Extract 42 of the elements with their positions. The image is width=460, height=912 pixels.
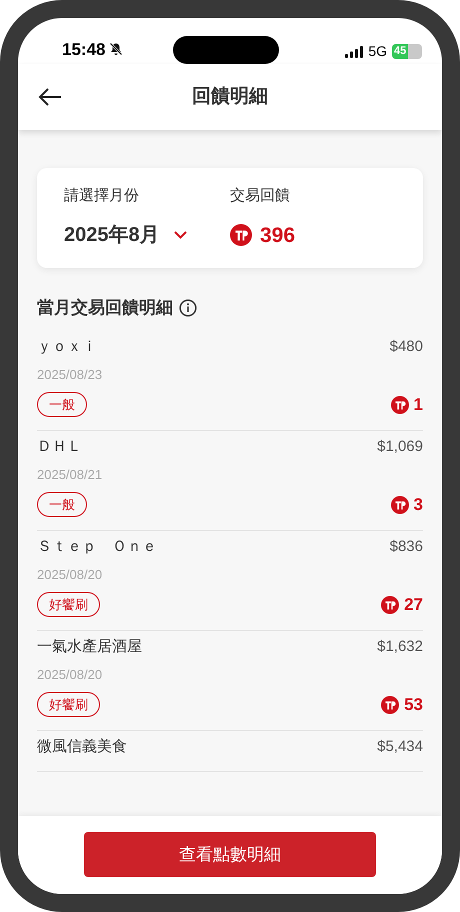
transaction-date: 2025/08/21 bbox=[37, 466, 104, 484]
transaction-amount: $1,069 bbox=[377, 437, 423, 458]
month-label: 請選擇月份 bbox=[64, 186, 140, 206]
points-earned: 53 bbox=[404, 694, 423, 716]
point-icon bbox=[381, 596, 400, 614]
network-label: 5G bbox=[368, 42, 387, 61]
transaction-amount: $1,632 bbox=[377, 637, 423, 658]
reward-points: 396 bbox=[260, 222, 296, 248]
transaction-amount: $480 bbox=[390, 337, 423, 358]
signal-icon bbox=[345, 46, 364, 58]
merchant-name: 微風信義美食 bbox=[37, 737, 127, 758]
transaction-amount: $836 bbox=[390, 537, 423, 558]
merchant-name: 一氣水產居酒屋 bbox=[37, 637, 142, 658]
muted-bell-icon bbox=[109, 42, 124, 56]
category-tag: 一般 bbox=[37, 392, 87, 418]
merchant-name: ｙｏｘｉ bbox=[37, 337, 97, 358]
points-earned: 27 bbox=[404, 594, 423, 616]
section-title: 當月交易回饋明細 bbox=[37, 297, 173, 319]
transaction-date: 2025/08/20 bbox=[37, 566, 104, 584]
points-earned: 3 bbox=[414, 494, 423, 516]
merchant-name: ＤＨＬ bbox=[37, 437, 82, 458]
status-time: 15:48 bbox=[62, 38, 106, 60]
merchant-name: Ｓｔｅｐ Ｏｎｅ bbox=[37, 537, 157, 558]
category-tag: 好饗刷 bbox=[37, 592, 100, 618]
transaction-date: 2025/08/20 bbox=[37, 666, 104, 684]
reward-label: 交易回饋 bbox=[230, 186, 291, 206]
point-icon bbox=[390, 496, 409, 514]
info-icon bbox=[179, 298, 197, 317]
category-tag: 一般 bbox=[37, 492, 87, 518]
category-tag: 好饗刷 bbox=[37, 692, 100, 718]
chevron-down-icon bbox=[174, 230, 187, 238]
point-icon bbox=[381, 696, 400, 714]
point-icon bbox=[230, 224, 252, 246]
transaction-date: 2025/08/23 bbox=[37, 366, 104, 384]
points-earned: 1 bbox=[414, 394, 423, 416]
month-selector[interactable]: 2025年8月 bbox=[64, 220, 230, 250]
point-icon bbox=[390, 396, 409, 414]
view-points-button[interactable]: 查看點數明細 bbox=[84, 832, 376, 877]
page-title: 回饋明細 bbox=[192, 84, 268, 109]
back-arrow-icon bbox=[38, 87, 62, 107]
battery-level: 45 bbox=[392, 44, 408, 59]
transaction-amount: $5,434 bbox=[377, 737, 423, 758]
